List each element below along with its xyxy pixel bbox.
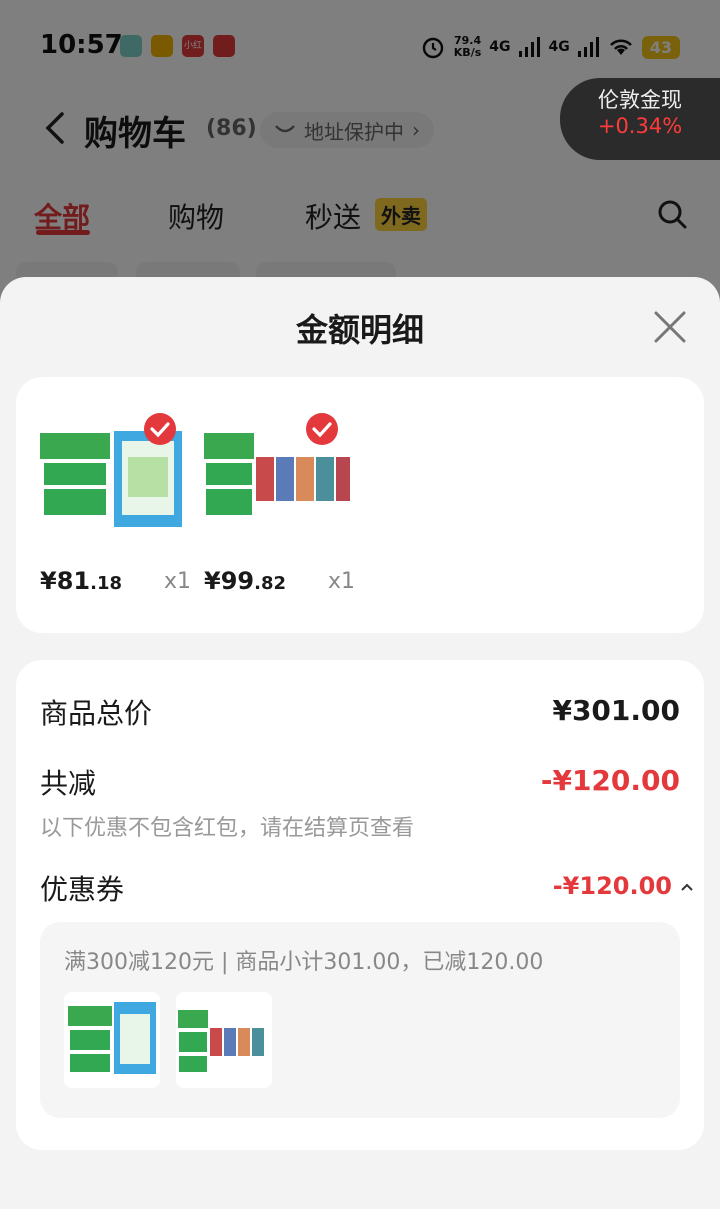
selected-goods-card: ¥81.18 x1 ¥99.82 x1	[16, 377, 704, 633]
item-quantity: x1	[164, 569, 192, 594]
ticker-change: +0.34%	[597, 114, 683, 138]
coupon-detail-box: 满300减120元 | 商品小计301.00，已减120.00	[40, 922, 680, 1118]
product-item-1[interactable]	[38, 413, 188, 537]
checkbox-checked-icon[interactable]	[306, 413, 338, 445]
product-item-2[interactable]	[202, 413, 352, 537]
product-thumbnail	[178, 1010, 264, 1080]
total-price-label: 商品总价	[40, 697, 153, 730]
close-icon[interactable]	[652, 309, 688, 345]
amount-detail-sheet: 金额明细 ¥81.18 x1 ¥99.82 x1 商品总价 ¥301.00 共减…	[0, 277, 720, 1209]
total-reduce-label: 共减	[40, 767, 97, 800]
item-quantity: x1	[328, 569, 356, 594]
coupon-product-thumb	[64, 992, 160, 1088]
sheet-title: 金额明细	[295, 311, 424, 349]
price-summary-card: 商品总价 ¥301.00 共减 -¥120.00 以下优惠不包含红包，请在结算页…	[16, 660, 704, 1150]
coupon-product-thumb	[176, 992, 272, 1088]
coupon-label: 优惠券	[40, 873, 125, 906]
coupon-value[interactable]: -¥120.00	[553, 872, 672, 900]
ticker-name: 伦敦金现	[598, 88, 682, 112]
discount-note: 以下优惠不包含红包，请在结算页查看	[40, 816, 415, 841]
checkbox-checked-icon[interactable]	[144, 413, 176, 445]
item-price: ¥81.18	[40, 567, 122, 595]
total-price-value: ¥301.00	[552, 694, 680, 727]
gold-price-widget[interactable]: 伦敦金现 +0.34%	[560, 78, 720, 160]
coupon-detail-text: 满300减120元 | 商品小计301.00，已减120.00	[64, 950, 544, 975]
chevron-up-icon[interactable]	[680, 882, 694, 892]
product-thumbnail	[68, 1002, 156, 1082]
total-reduce-value: -¥120.00	[540, 764, 680, 797]
item-price: ¥99.82	[204, 567, 286, 595]
